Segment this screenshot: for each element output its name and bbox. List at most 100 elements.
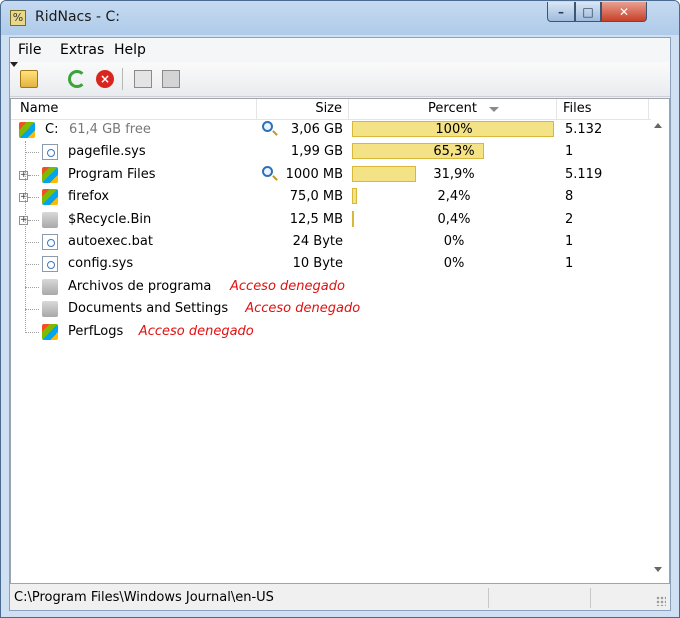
row-size: 1000 MB xyxy=(285,166,343,182)
scroll-up-icon[interactable] xyxy=(654,123,662,128)
tree-row[interactable]: PerfLogs Acceso denegado xyxy=(11,321,651,343)
row-name: $Recycle.Bin xyxy=(68,211,152,227)
chevron-down-icon[interactable] xyxy=(10,62,18,67)
sort-descending-icon xyxy=(489,107,499,112)
tree-row[interactable]: pagefile.sys 1,99 GB 65,3% 1 xyxy=(11,141,651,163)
column-files[interactable]: Files xyxy=(557,99,649,119)
row-size: 75,0 MB xyxy=(289,189,343,205)
drive-icon xyxy=(19,122,35,138)
row-files: 5.132 xyxy=(565,122,603,137)
folder-icon xyxy=(42,189,58,206)
menu-bar: File Extras Help xyxy=(10,38,670,62)
row-percent: 31,9% xyxy=(433,166,475,182)
access-denied-label: Acceso denegado xyxy=(245,301,361,317)
app-window: % RidNacs - C: – □ ✕ File Extras Help × … xyxy=(0,0,680,618)
save-icon[interactable] xyxy=(162,70,180,88)
tree-row[interactable]: Archivos de programa Acceso denegado xyxy=(11,276,651,298)
folder-gray-icon xyxy=(42,211,58,228)
app-icon[interactable]: % xyxy=(10,10,26,26)
window-title: RidNacs - C: xyxy=(35,9,120,25)
menu-extras[interactable]: Extras xyxy=(60,42,104,58)
expand-icon[interactable]: + xyxy=(19,193,28,203)
tree-row[interactable]: C: 61,4 GB free 3,06 GB 100% 5.132 xyxy=(11,119,651,141)
tree-row[interactable]: autoexec.bat 24 Byte 0% 1 xyxy=(11,231,651,253)
row-percent: 100% xyxy=(435,122,473,137)
tree-row[interactable]: config.sys 10 Byte 0% 1 xyxy=(11,253,651,275)
row-files: 1 xyxy=(565,234,574,249)
magnifier-icon[interactable] xyxy=(262,121,273,132)
row-size: 24 Byte xyxy=(292,234,343,249)
free-space-label: 61,4 GB free xyxy=(69,122,151,137)
column-percent[interactable]: Percent xyxy=(349,99,557,119)
row-name: PerfLogs xyxy=(68,323,124,339)
row-name: firefox xyxy=(68,189,110,205)
row-size: 1,99 GB xyxy=(290,144,343,160)
row-files: 1 xyxy=(565,256,574,272)
resize-grip-icon[interactable] xyxy=(656,596,666,606)
client-area: File Extras Help × Name Size Percent Fil… xyxy=(9,37,671,611)
status-separator xyxy=(488,588,489,608)
column-size[interactable]: Size xyxy=(257,99,349,119)
title-bar[interactable]: % RidNacs - C: – □ ✕ xyxy=(1,1,679,35)
file-icon xyxy=(42,144,58,161)
expand-icon[interactable]: + xyxy=(19,170,28,180)
tree-connector xyxy=(25,141,26,332)
row-percent: 0% xyxy=(443,234,465,249)
row-files: 1 xyxy=(565,144,574,160)
folder-gray-icon xyxy=(42,301,58,318)
row-files: 8 xyxy=(565,189,574,205)
tree-row[interactable]: + Program Files 1000 MB 31,9% 5.119 xyxy=(11,164,651,186)
tree-connector xyxy=(29,174,39,176)
row-percent: 0,4% xyxy=(437,211,471,227)
row-name: Program Files xyxy=(68,166,156,182)
tree-list[interactable]: Name Size Percent Files C: 61,4 GB free 3,… xyxy=(10,98,670,584)
tree-connector xyxy=(25,152,39,154)
close-button[interactable]: ✕ xyxy=(601,2,647,22)
row-name: Archivos de programa xyxy=(68,278,212,294)
status-path: C:\Program Files\Windows Journal\en-US xyxy=(14,590,274,605)
export-icon[interactable] xyxy=(134,70,152,88)
expand-icon[interactable]: + xyxy=(19,215,28,225)
folder-icon xyxy=(42,323,58,340)
stop-icon[interactable]: × xyxy=(96,70,114,88)
row-size: 12,5 MB xyxy=(289,211,343,227)
row-percent: 2,4% xyxy=(437,189,471,205)
open-folder-icon[interactable] xyxy=(20,70,38,88)
tree-connector xyxy=(25,264,39,266)
status-separator xyxy=(590,588,591,608)
tree-connector xyxy=(29,219,39,221)
column-name[interactable]: Name xyxy=(11,99,257,119)
tree-connector xyxy=(25,242,39,243)
row-name: autoexec.bat xyxy=(68,234,153,249)
tree-connector xyxy=(25,286,39,288)
minimize-button[interactable]: – xyxy=(547,2,575,22)
file-icon xyxy=(42,256,58,273)
status-bar: C:\Program Files\Windows Journal\en-US xyxy=(10,586,670,610)
menu-help[interactable]: Help xyxy=(114,42,146,58)
row-files: 2 xyxy=(565,211,574,227)
toolbar: × xyxy=(10,62,670,97)
row-files: 5.119 xyxy=(565,166,603,182)
tree-row[interactable]: Documents and Settings Acceso denegado xyxy=(11,298,651,320)
tree-connector xyxy=(25,331,39,333)
menu-file[interactable]: File xyxy=(18,42,41,58)
row-percent: 0% xyxy=(443,256,465,272)
folder-icon xyxy=(42,166,58,183)
row-name: config.sys xyxy=(68,256,134,272)
access-denied-label: Acceso denegado xyxy=(230,278,345,294)
folder-gray-icon xyxy=(42,278,58,295)
access-denied-label: Acceso denegado xyxy=(138,323,254,339)
tree-row[interactable]: + $Recycle.Bin 12,5 MB 0,4% 2 xyxy=(11,209,651,231)
row-percent: 65,3% xyxy=(433,144,475,160)
magnifier-icon[interactable] xyxy=(262,165,273,177)
maximize-button[interactable]: □ xyxy=(575,2,601,22)
scroll-down-icon[interactable] xyxy=(654,567,662,572)
row-name: C: xyxy=(45,122,59,137)
tree-connector xyxy=(29,197,39,199)
tree-row[interactable]: + firefox 75,0 MB 2,4% 8 xyxy=(11,186,651,208)
row-size: 3,06 GB xyxy=(290,122,343,137)
file-icon xyxy=(42,234,58,250)
row-name: pagefile.sys xyxy=(68,144,146,160)
row-name: Documents and Settings xyxy=(68,301,229,317)
refresh-icon[interactable] xyxy=(68,70,86,88)
